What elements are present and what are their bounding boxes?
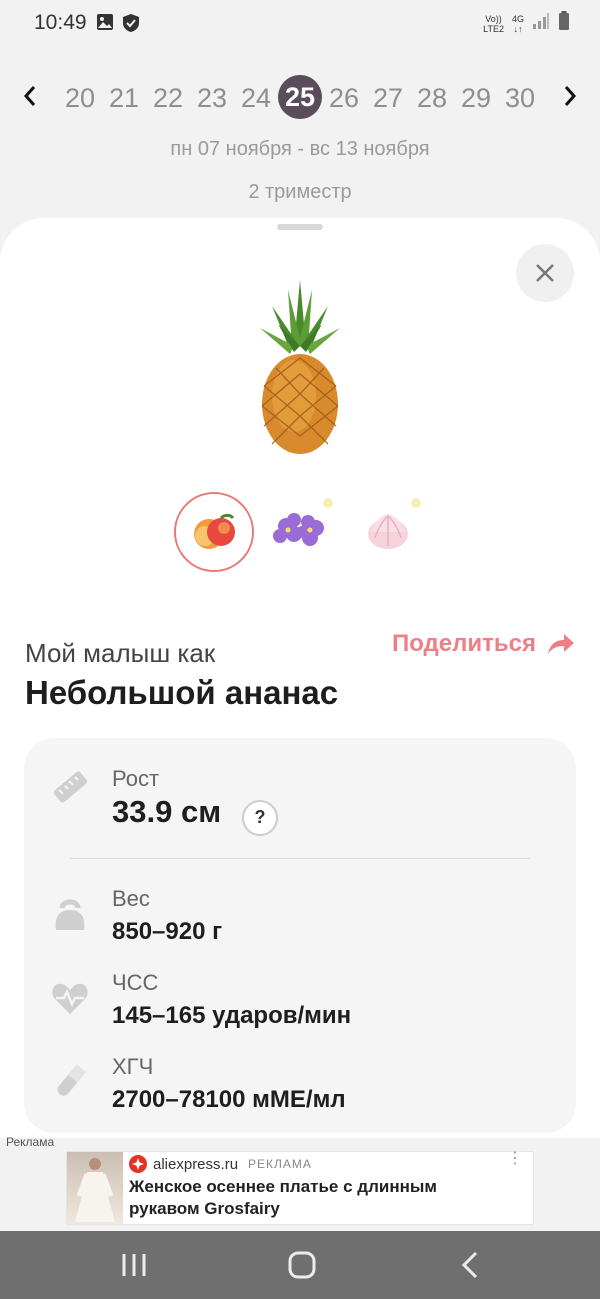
- week-22[interactable]: 22: [146, 78, 190, 118]
- test-tube-icon: [50, 1062, 90, 1102]
- height-label: Рост: [112, 766, 160, 791]
- baby-compare-label: Мой малыш как: [25, 638, 216, 668]
- new-indicator-dot: [411, 498, 421, 508]
- comparison-peach-thumb[interactable]: [174, 492, 254, 572]
- share-button[interactable]: Поделиться: [392, 630, 576, 658]
- ad-banner[interactable]: aliexpress.ru РЕКЛАМА ⋮ Женское осеннее …: [66, 1151, 534, 1225]
- zephyr-marshmallow-icon: [368, 514, 408, 549]
- shield-icon: [122, 13, 140, 38]
- ad-more-options-icon[interactable]: ⋮: [507, 1151, 523, 1167]
- baby-metrics-card: Рост 33.9 см ? Вес 850–920 г ЧСС 145–165…: [24, 738, 576, 1133]
- peach-icon: [194, 513, 235, 549]
- week-27[interactable]: 27: [366, 78, 410, 118]
- baby-size-title: Небольшой ананас: [25, 674, 339, 711]
- week-selector: 20 21 22 23 24 25 26 27 28 29 30: [0, 70, 600, 124]
- weight-label: Вес: [112, 886, 150, 911]
- week-25-selected[interactable]: 25: [278, 75, 322, 119]
- week-28[interactable]: 28: [410, 78, 454, 118]
- ad-title[interactable]: Женское осеннее платье с длинным рукавом…: [129, 1176, 509, 1220]
- week-23[interactable]: 23: [190, 78, 234, 118]
- close-icon: [536, 264, 554, 282]
- week-detail-sheet: Мой малыш как Небольшой ананас Поделитьс…: [0, 218, 600, 1138]
- signal-icon: [532, 12, 550, 35]
- dress-photo: [75, 1158, 115, 1222]
- network-4g-indicator: 4G ↓↑: [511, 13, 524, 34]
- ad-tag: РЕКЛАМА: [248, 1157, 312, 1171]
- share-arrow-icon: [548, 634, 574, 654]
- battery-icon: [558, 11, 570, 36]
- heart-rate-label: ЧСС: [112, 970, 159, 995]
- ad-label: Реклама: [6, 1135, 55, 1149]
- kettlebell-icon: [50, 894, 90, 934]
- hcg-label: ХГЧ: [112, 1054, 154, 1079]
- status-bar: 10:49 Vo)) LTE2 4G ↓↑: [0, 0, 600, 46]
- trimester-label: 2 триместр: [248, 181, 352, 203]
- recent-apps-icon: [122, 1254, 146, 1276]
- ad-source-domain: aliexpress.ru: [153, 1155, 239, 1173]
- home-button[interactable]: [280, 1247, 324, 1283]
- aliexpress-logo-icon: [129, 1155, 147, 1173]
- week-24[interactable]: 24: [234, 78, 278, 118]
- ad-image[interactable]: [67, 1152, 123, 1224]
- height-help-button[interactable]: ?: [242, 800, 278, 836]
- volte-indicator: Vo)) LTE2: [483, 13, 504, 34]
- height-value: 33.9 см: [112, 794, 222, 829]
- pineapple-illustration: [260, 280, 340, 454]
- ad-source: aliexpress.ru РЕКЛАМА: [129, 1155, 312, 1173]
- ruler-icon: [50, 768, 90, 808]
- prev-week-button[interactable]: [15, 78, 45, 114]
- gallery-icon: [96, 13, 114, 38]
- week-26[interactable]: 26: [322, 78, 366, 118]
- new-indicator-dot: [323, 498, 333, 508]
- metrics-divider: [70, 858, 530, 859]
- heart-rate-value: 145–165 ударов/мин: [112, 1002, 352, 1029]
- back-icon: [461, 1251, 478, 1279]
- android-nav-bar: [0, 1231, 600, 1299]
- sheet-drag-handle[interactable]: [277, 224, 323, 230]
- weight-value: 850–920 г: [112, 918, 223, 945]
- status-time: 10:49: [34, 11, 87, 34]
- home-icon: [288, 1251, 316, 1279]
- chevron-left-icon: [23, 86, 36, 106]
- hcg-value: 2700–78100 мМЕ/мл: [112, 1086, 346, 1113]
- week-29[interactable]: 29: [454, 78, 498, 118]
- week-date-range: пн 07 ноября - вс 13 ноября: [170, 138, 430, 160]
- week-21[interactable]: 21: [102, 78, 146, 118]
- heart-pulse-icon: [50, 978, 90, 1018]
- violet-flower-icon: [273, 513, 324, 546]
- chevron-right-icon: [564, 86, 577, 106]
- next-week-button[interactable]: [555, 78, 585, 114]
- share-label: Поделиться: [391, 630, 536, 657]
- close-button[interactable]: [516, 244, 574, 302]
- week-20[interactable]: 20: [58, 78, 102, 118]
- recent-apps-button[interactable]: [112, 1247, 156, 1283]
- back-button[interactable]: [448, 1247, 492, 1283]
- week-30[interactable]: 30: [498, 78, 542, 118]
